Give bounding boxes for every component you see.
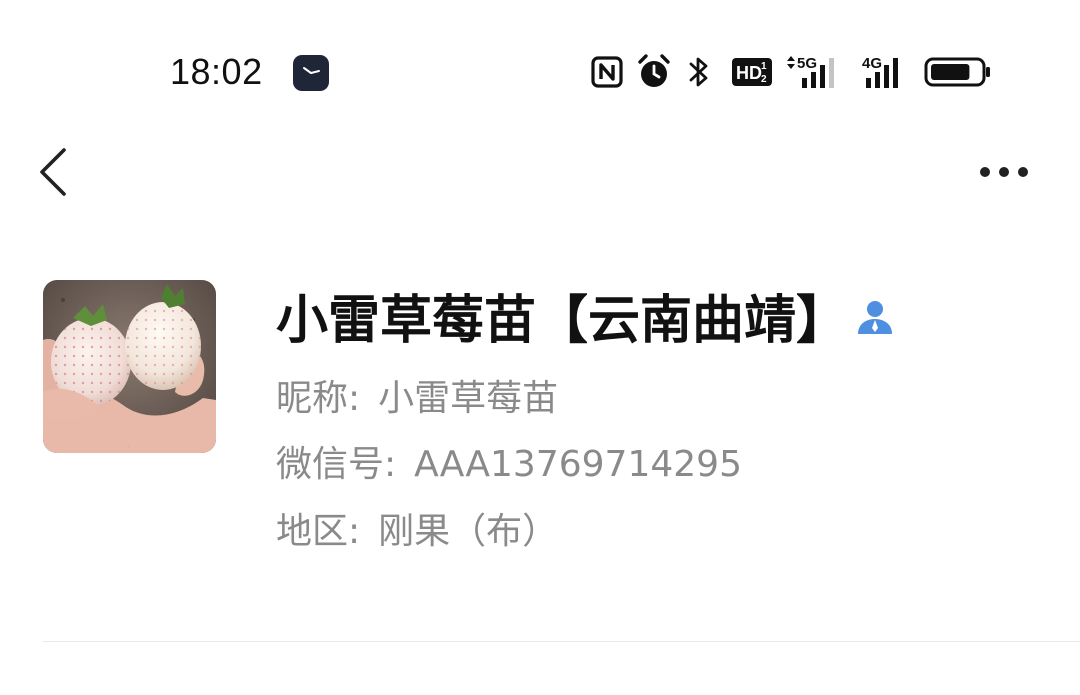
nickname-label: 昵称: xyxy=(276,378,361,419)
nickname-row: 昵称: 小雷草莓苗 xyxy=(276,374,558,424)
svg-text:4G: 4G xyxy=(862,55,882,72)
svg-text:HD: HD xyxy=(736,63,762,83)
nfc-icon xyxy=(591,56,623,92)
back-button[interactable] xyxy=(28,140,84,204)
contact-person-icon xyxy=(854,296,896,338)
display-name-row: 小雷草莓苗【云南曲靖】 xyxy=(276,286,896,356)
wechat-id-value[interactable]: AAA13769714295 xyxy=(414,444,742,485)
chevron-left-icon xyxy=(40,148,66,196)
divider xyxy=(43,641,1080,642)
region-value: 刚果（布） xyxy=(378,511,559,552)
5g-signal-icon: 5G xyxy=(784,52,846,96)
alarm-icon xyxy=(636,53,672,95)
bluetooth-icon xyxy=(688,55,710,93)
battery-icon xyxy=(924,57,992,91)
wechat-id-row: 微信号: AAA13769714295 xyxy=(276,440,742,490)
hd-volte-icon: HD 1 2 xyxy=(732,58,772,90)
svg-text:5G: 5G xyxy=(797,55,817,72)
watch-clock-icon xyxy=(292,54,330,92)
svg-text:·: · xyxy=(127,443,129,450)
avatar-photo-strawberries: · xyxy=(43,280,216,453)
status-bar: 18:02 HD 1 2 5G 4G xyxy=(0,0,1080,140)
region-row: 地区: 刚果（布） xyxy=(276,507,558,557)
status-time: 18:02 xyxy=(170,51,263,92)
4g-signal-icon: 4G xyxy=(860,52,912,96)
svg-text:2: 2 xyxy=(761,74,767,85)
region-label: 地区: xyxy=(276,511,361,552)
svg-text:1: 1 xyxy=(761,61,767,72)
display-name: 小雷草莓苗【云南曲靖】 xyxy=(276,291,849,351)
avatar[interactable]: · xyxy=(43,280,216,453)
more-horizontal-icon xyxy=(980,167,1028,177)
nickname-value: 小雷草莓苗 xyxy=(378,378,559,419)
more-button[interactable] xyxy=(964,150,1044,194)
wechat-id-label: 微信号: xyxy=(276,444,397,485)
